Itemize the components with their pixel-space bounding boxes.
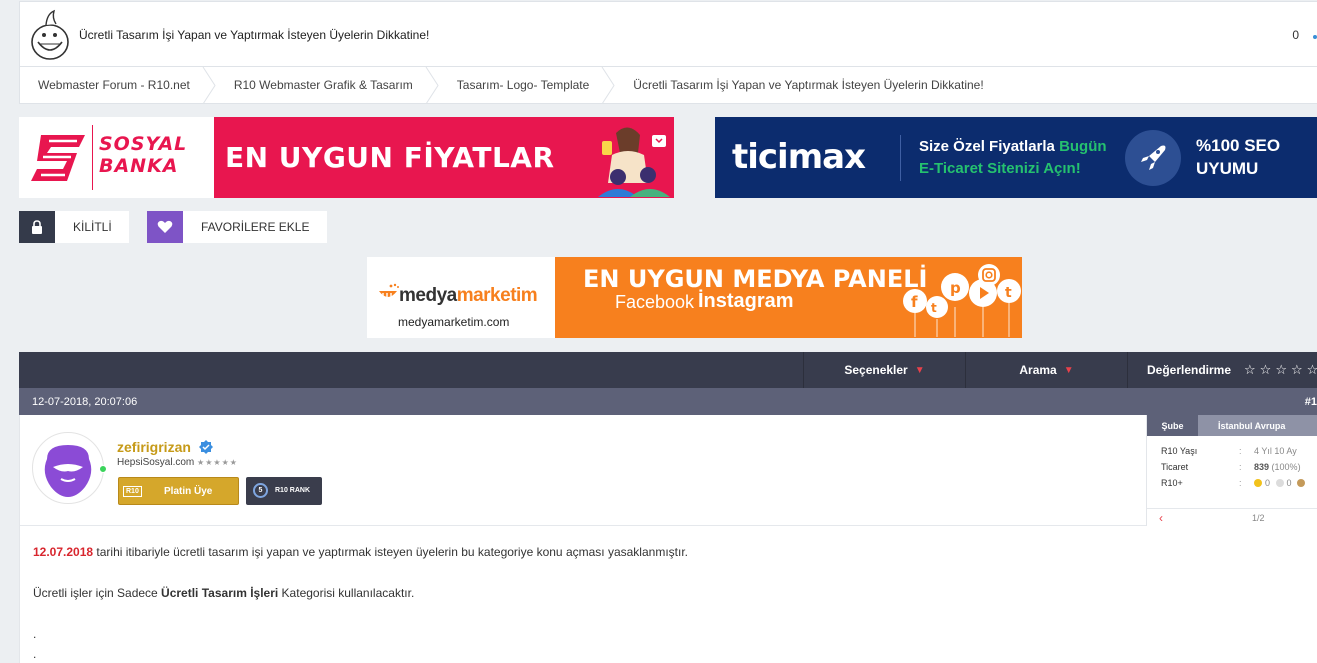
ad-banner-ticimax[interactable]: ticimax Size Özel Fiyatlarla Bugün E-Tic…	[715, 117, 1317, 198]
ad-banner-medyamarketim[interactable]: medyamarketim medyamarketim.com EN UYGUN…	[367, 257, 1022, 338]
chevron-right-icon	[425, 66, 439, 104]
avatar[interactable]	[32, 432, 104, 504]
thread-header: Ücretli Tasarım İşi Yapan ve Yaptırmak İ…	[19, 1, 1317, 67]
chevron-right-icon	[601, 66, 615, 104]
platinum-member-badge: R10 Platin Üye	[118, 477, 239, 505]
medyamarketim-logo: medyamarketim	[399, 285, 538, 306]
r10-mascot-logo[interactable]	[28, 8, 74, 62]
search-dropdown[interactable]: Arama ▼	[965, 352, 1127, 388]
rating-stars[interactable]: ☆☆☆☆☆	[1244, 362, 1317, 378]
locked-button[interactable]: KİLİTLİ	[19, 211, 129, 243]
add-favorites-button[interactable]: FAVORİLERE EKLE	[147, 211, 327, 243]
chevron-left-icon[interactable]: ‹	[1159, 511, 1163, 525]
verified-badge-icon	[199, 440, 213, 454]
post-author-row: zefirigrizan HepsiSosyal.com ★★★★★ R10 P…	[20, 415, 1317, 526]
svg-text:t: t	[931, 301, 937, 315]
notification-dot	[1313, 35, 1317, 39]
ad-banner-sosyal-banka[interactable]: SOSYAL BANKA EN UYGUN FİYATLAR	[19, 117, 674, 198]
post: zefirigrizan HepsiSosyal.com ★★★★★ R10 P…	[19, 415, 1317, 663]
breadcrumb-item-home[interactable]: Webmaster Forum - R10.net	[20, 66, 216, 104]
post-content: 12.07.2018 tarihi itibariyle ücretli tas…	[33, 545, 688, 661]
social-balloons-illustration: f t p t	[903, 264, 1021, 337]
svg-text:f: f	[911, 293, 918, 311]
post-meta-bar: 12-07-2018, 20:07:06 #1	[19, 388, 1317, 415]
chevron-down-icon: ▼	[914, 364, 925, 376]
ad-headline: EN UYGUN FİYATLAR	[225, 141, 555, 174]
heart-icon	[147, 211, 183, 243]
cart-icon	[379, 283, 399, 299]
people-illustration	[598, 127, 670, 197]
options-dropdown[interactable]: Seçenekler ▼	[803, 352, 965, 388]
chevron-down-icon: ▼	[1063, 364, 1074, 376]
breadcrumb-item-grafik[interactable]: R10 Webmaster Grafik & Tasarım	[216, 66, 439, 104]
user-subtitle: HepsiSosyal.com ★★★★★	[117, 457, 238, 468]
lock-icon	[19, 211, 55, 243]
post-number-link[interactable]: #1	[1305, 396, 1317, 408]
thread-title: Ücretli Tasarım İşi Yapan ve Yaptırmak İ…	[79, 28, 430, 42]
sosyal-banka-logo	[31, 135, 85, 181]
stats-page-indicator: 1/2	[1252, 513, 1265, 523]
post-date: 12-07-2018, 20:07:06	[32, 396, 138, 408]
breadcrumb-item-current[interactable]: Ücretli Tasarım İşi Yapan ve Yaptırmak İ…	[615, 67, 1009, 104]
username-link[interactable]: zefirigrizan	[117, 439, 191, 455]
chevron-right-icon	[202, 66, 216, 104]
user-stats-box: Şube İstanbul Avrupa R10 Yaşı:4 Yıl 10 A…	[1146, 415, 1317, 526]
svg-text:p: p	[950, 279, 961, 297]
ticimax-logo: ticimax	[732, 137, 866, 177]
rank-badge: 5 R10 RANK	[246, 477, 322, 505]
rating-control[interactable]: Değerlendirme ☆☆☆☆☆	[1127, 352, 1317, 388]
online-indicator	[99, 465, 107, 473]
notification-count[interactable]: 0	[1292, 28, 1299, 42]
svg-text:t: t	[1005, 285, 1012, 301]
rocket-icon	[1125, 130, 1181, 186]
thread-toolbar: Seçenekler ▼ Arama ▼ Değerlendirme ☆☆☆☆☆	[19, 352, 1317, 388]
breadcrumb-item-tasarim[interactable]: Tasarım- Logo- Template	[439, 66, 616, 104]
breadcrumb: Webmaster Forum - R10.net R10 Webmaster …	[19, 66, 1317, 104]
